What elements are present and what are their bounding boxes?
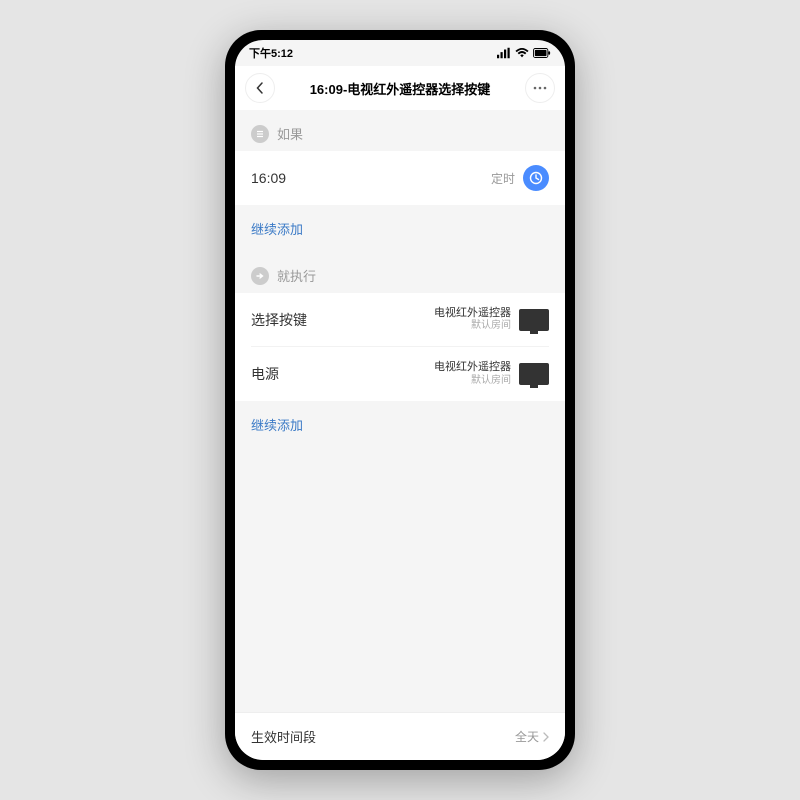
- action-row[interactable]: 选择按键 电视红外遥控器 默认房间: [251, 293, 549, 347]
- status-time: 下午5:12: [249, 45, 293, 61]
- tv-icon: [519, 363, 549, 385]
- wifi-icon: [515, 47, 529, 59]
- section-then-label: 就执行: [277, 266, 316, 285]
- effective-period-row[interactable]: 生效时间段 全天: [235, 712, 565, 760]
- screen: 下午5:12 16:09-电视红外遥控器选择按键 如果 16: [235, 40, 565, 760]
- battery-icon: [533, 47, 551, 59]
- trigger-type: 定时: [491, 170, 515, 187]
- spacer: [235, 448, 565, 712]
- back-button[interactable]: [245, 73, 275, 103]
- section-if-label: 如果: [277, 124, 303, 143]
- device-info: 电视红外遥控器 默认房间: [434, 307, 511, 332]
- device-name: 电视红外遥控器: [434, 307, 511, 320]
- add-then-button[interactable]: 继续添加: [235, 401, 565, 448]
- list-icon: [251, 125, 269, 143]
- trigger-row[interactable]: 16:09 定时: [251, 151, 549, 205]
- then-card: 选择按键 电视红外遥控器 默认房间 电源 电视红外遥控器 默认房间: [235, 293, 565, 401]
- chevron-left-icon: [256, 82, 264, 94]
- signal-icon: [497, 47, 511, 59]
- action-label: 电源: [251, 364, 279, 384]
- header: 16:09-电视红外遥控器选择按键: [235, 66, 565, 110]
- tv-icon: [519, 309, 549, 331]
- device-name: 电视红外遥控器: [434, 361, 511, 374]
- trigger-time: 16:09: [251, 170, 286, 186]
- more-horizontal-icon: [533, 86, 547, 90]
- arrow-icon: [251, 267, 269, 285]
- section-then-header: 就执行: [235, 252, 565, 293]
- device-info: 电视红外遥控器 默认房间: [434, 361, 511, 386]
- more-button[interactable]: [525, 73, 555, 103]
- clock-icon: [523, 165, 549, 191]
- status-icons: [497, 47, 551, 59]
- status-bar: 下午5:12: [235, 40, 565, 66]
- device-room: 默认房间: [434, 320, 511, 332]
- action-label: 选择按键: [251, 310, 307, 330]
- phone-frame: 下午5:12 16:09-电视红外遥控器选择按键 如果 16: [225, 30, 575, 770]
- add-if-button[interactable]: 继续添加: [235, 205, 565, 252]
- device-room: 默认房间: [434, 375, 511, 387]
- page-title: 16:09-电视红外遥控器选择按键: [310, 79, 491, 98]
- action-row[interactable]: 电源 电视红外遥控器 默认房间: [251, 347, 549, 401]
- effective-label: 生效时间段: [251, 727, 316, 746]
- section-if-header: 如果: [235, 110, 565, 151]
- if-card: 16:09 定时: [235, 151, 565, 205]
- effective-value: 全天: [515, 728, 539, 745]
- chevron-right-icon: [543, 732, 549, 742]
